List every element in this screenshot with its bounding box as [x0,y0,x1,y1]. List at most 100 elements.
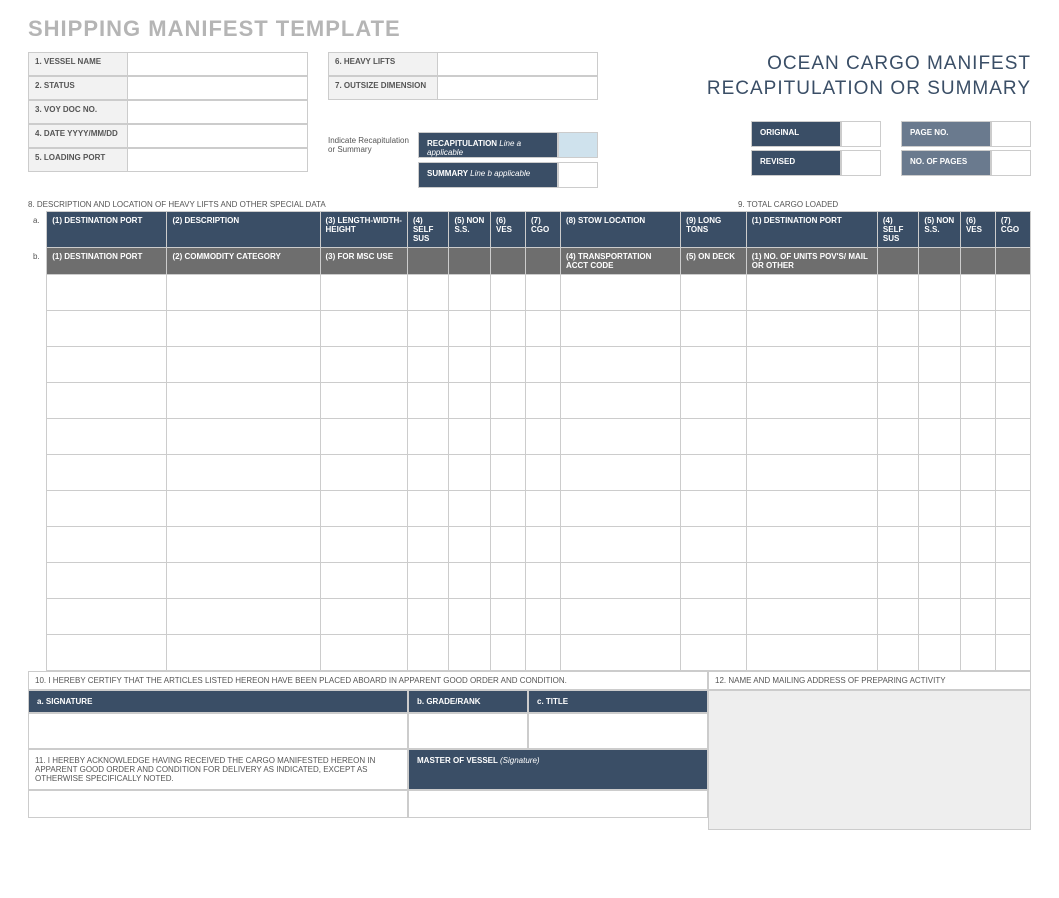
table-cell[interactable] [47,563,167,599]
table-cell[interactable] [560,419,680,455]
table-cell[interactable] [919,419,961,455]
table-cell[interactable] [960,383,995,419]
table-cell[interactable] [960,347,995,383]
table-cell[interactable] [47,491,167,527]
table-cell[interactable] [525,563,560,599]
table-cell[interactable] [47,527,167,563]
table-cell[interactable] [877,419,919,455]
table-cell[interactable] [681,383,747,419]
table-cell[interactable] [681,491,747,527]
table-cell[interactable] [919,635,961,671]
field-input[interactable] [128,100,308,124]
table-cell[interactable] [491,419,526,455]
table-cell[interactable] [449,275,491,311]
table-cell[interactable] [449,383,491,419]
table-cell[interactable] [560,491,680,527]
table-cell[interactable] [746,491,877,527]
table-cell[interactable] [746,419,877,455]
table-cell[interactable] [960,563,995,599]
table-cell[interactable] [560,275,680,311]
table-cell[interactable] [560,455,680,491]
table-cell[interactable] [167,563,320,599]
table-cell[interactable] [449,563,491,599]
table-cell[interactable] [995,419,1030,455]
table-cell[interactable] [877,311,919,347]
table-cell[interactable] [560,635,680,671]
table-cell[interactable] [449,311,491,347]
table-cell[interactable] [560,563,680,599]
table-cell[interactable] [919,527,961,563]
table-cell[interactable] [525,383,560,419]
table-cell[interactable] [877,383,919,419]
table-cell[interactable] [449,527,491,563]
table-cell[interactable] [407,455,449,491]
table-cell[interactable] [919,455,961,491]
table-cell[interactable] [995,311,1030,347]
table-cell[interactable] [681,563,747,599]
field-input[interactable] [128,148,308,172]
table-cell[interactable] [47,455,167,491]
table-cell[interactable] [167,383,320,419]
master-signature-field[interactable] [408,790,708,818]
table-cell[interactable] [746,347,877,383]
table-cell[interactable] [491,599,526,635]
table-cell[interactable] [449,419,491,455]
table-cell[interactable] [877,635,919,671]
ack-field[interactable] [28,790,408,818]
table-cell[interactable] [407,311,449,347]
table-cell[interactable] [681,527,747,563]
field-input[interactable] [128,76,308,100]
table-cell[interactable] [919,311,961,347]
table-cell[interactable] [560,383,680,419]
table-cell[interactable] [320,311,407,347]
table-cell[interactable] [47,383,167,419]
table-cell[interactable] [320,347,407,383]
table-cell[interactable] [560,527,680,563]
table-cell[interactable] [919,347,961,383]
table-cell[interactable] [407,419,449,455]
table-cell[interactable] [560,599,680,635]
table-cell[interactable] [491,527,526,563]
table-cell[interactable] [407,383,449,419]
table-cell[interactable] [681,311,747,347]
table-cell[interactable] [320,527,407,563]
table-cell[interactable] [525,455,560,491]
table-cell[interactable] [746,311,877,347]
table-cell[interactable] [491,347,526,383]
table-cell[interactable] [877,455,919,491]
table-cell[interactable] [320,419,407,455]
table-cell[interactable] [320,383,407,419]
status-input[interactable] [841,150,881,176]
table-cell[interactable] [320,275,407,311]
table-cell[interactable] [995,383,1030,419]
table-cell[interactable] [525,491,560,527]
table-cell[interactable] [746,383,877,419]
table-cell[interactable] [167,527,320,563]
table-cell[interactable] [960,635,995,671]
table-cell[interactable] [407,635,449,671]
table-cell[interactable] [995,275,1030,311]
table-cell[interactable] [407,563,449,599]
table-cell[interactable] [960,527,995,563]
grade-rank-field[interactable] [408,713,528,749]
table-cell[interactable] [47,347,167,383]
status-input[interactable] [991,150,1031,176]
table-cell[interactable] [167,311,320,347]
table-cell[interactable] [491,563,526,599]
table-cell[interactable] [560,311,680,347]
table-cell[interactable] [491,635,526,671]
table-cell[interactable] [449,599,491,635]
field-input[interactable] [438,76,598,100]
table-cell[interactable] [320,455,407,491]
table-cell[interactable] [491,455,526,491]
table-cell[interactable] [919,383,961,419]
table-cell[interactable] [167,455,320,491]
table-cell[interactable] [449,491,491,527]
table-cell[interactable] [525,275,560,311]
table-cell[interactable] [960,599,995,635]
indicate-checkbox[interactable] [558,132,598,158]
table-cell[interactable] [525,347,560,383]
table-cell[interactable] [877,527,919,563]
table-cell[interactable] [167,419,320,455]
table-cell[interactable] [746,455,877,491]
